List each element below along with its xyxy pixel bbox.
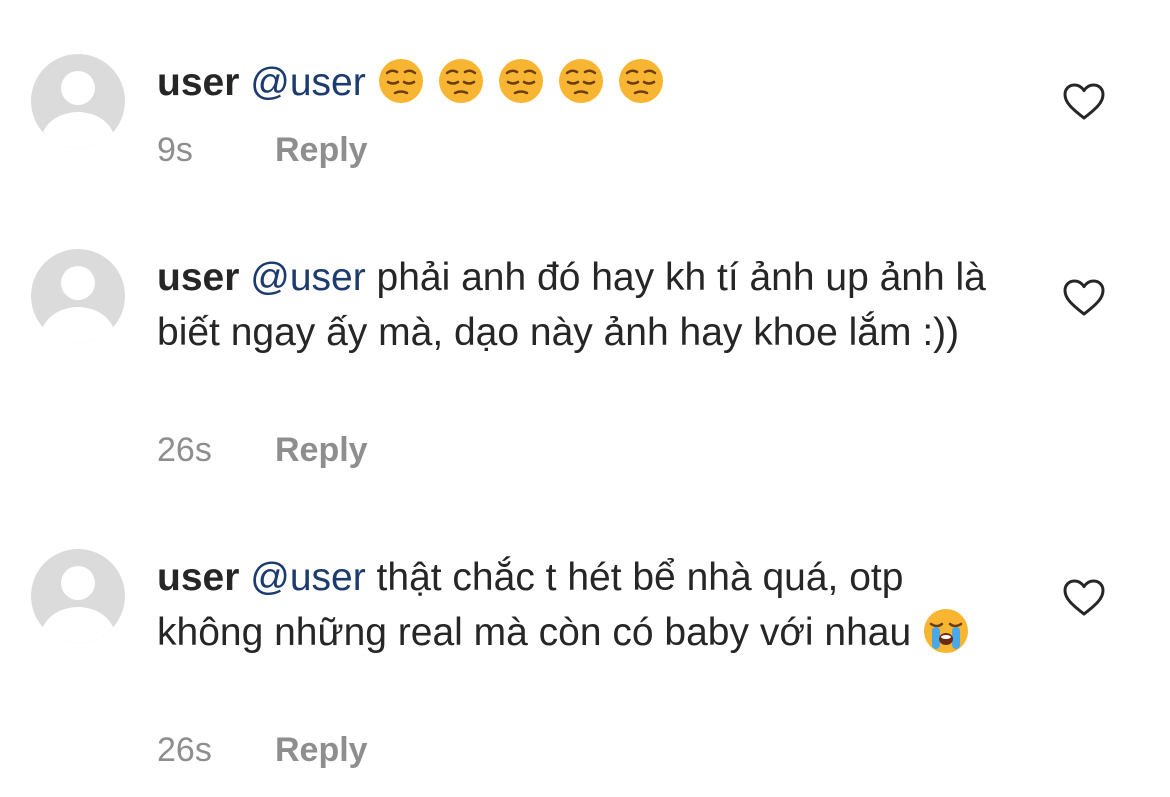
reply-button[interactable]: Reply	[275, 730, 368, 770]
comment-username[interactable]: user	[157, 556, 239, 599]
comment-meta: 26s Reply	[157, 430, 368, 470]
loudly-crying-face-icon	[924, 609, 969, 653]
avatar-head-shape	[61, 71, 95, 105]
comment-mention[interactable]: @user	[250, 61, 365, 104]
avatar[interactable]	[31, 249, 125, 343]
heart-icon[interactable]	[1062, 278, 1106, 318]
avatar-body-shape	[41, 607, 115, 643]
avatar-head-shape	[61, 566, 95, 600]
avatar[interactable]	[31, 54, 125, 148]
pensive-face-icon	[558, 59, 603, 103]
avatar-head-shape	[61, 266, 95, 300]
comment-text: user @user thật chắc t hét bể nhà quá, o…	[157, 550, 1017, 660]
comment-meta: 9s Reply	[157, 130, 368, 170]
avatar[interactable]	[31, 549, 125, 643]
comment-mention[interactable]: @user	[250, 256, 365, 299]
pensive-face-icon	[378, 59, 423, 103]
comment-text: user @user phải anh đó hay kh tí ảnh up …	[157, 250, 1017, 360]
comment-meta: 26s Reply	[157, 730, 368, 770]
pensive-face-icon	[498, 59, 543, 103]
comment-username[interactable]: user	[157, 61, 239, 104]
avatar-body-shape	[41, 307, 115, 343]
comment-username[interactable]: user	[157, 256, 239, 299]
avatar-body-shape	[41, 112, 115, 148]
heart-icon[interactable]	[1062, 82, 1106, 122]
heart-icon[interactable]	[1062, 578, 1106, 618]
comment-timestamp: 26s	[157, 431, 212, 469]
reply-button[interactable]: Reply	[275, 430, 368, 470]
pensive-face-icon	[438, 59, 483, 103]
comment-timestamp: 9s	[157, 131, 193, 169]
comment-timestamp: 26s	[157, 731, 212, 769]
comment-text: user @user	[157, 55, 1017, 110]
pensive-face-icon	[618, 59, 663, 103]
comment-mention[interactable]: @user	[250, 556, 365, 599]
reply-button[interactable]: Reply	[275, 130, 368, 170]
